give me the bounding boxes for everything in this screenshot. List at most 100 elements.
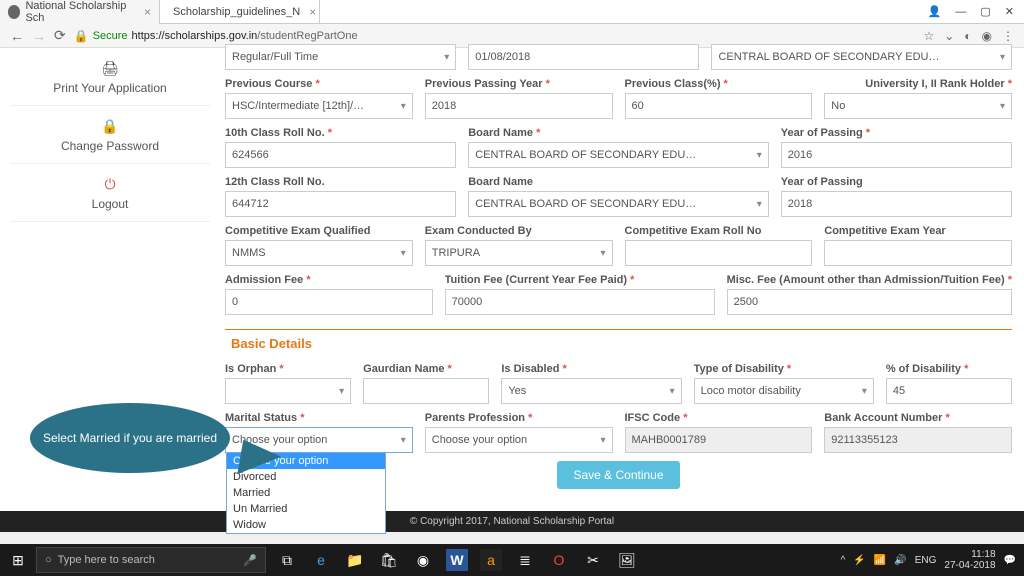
opera-icon[interactable]: O — [548, 549, 570, 571]
previous-university-select[interactable]: CENTRAL BOARD OF SECONDARY EDU… — [711, 44, 1012, 70]
label: University I, II Rank Holder * — [824, 78, 1012, 90]
reload-icon[interactable]: ⟳ — [54, 27, 66, 44]
notifications-icon[interactable]: 💬 — [1004, 555, 1016, 566]
photos-icon[interactable]: 🖼 — [616, 549, 638, 571]
yop10-input[interactable]: 2016 — [781, 142, 1012, 168]
dropdown-option[interactable]: Un Married — [227, 501, 385, 517]
tray-chevron-icon[interactable]: ^ — [841, 555, 846, 566]
snip-icon[interactable]: ✂ — [582, 549, 604, 571]
label: Competitive Exam Qualified — [225, 225, 413, 237]
language-indicator[interactable]: ENG — [915, 555, 937, 566]
guardian-input[interactable] — [363, 378, 489, 404]
search-icon: ○ — [45, 554, 52, 566]
label: Previous Course * — [225, 78, 413, 90]
search-placeholder: Type here to search — [58, 554, 155, 566]
disabled-select[interactable]: Yes — [501, 378, 681, 404]
sidebar-logout[interactable]: ⏻ Logout — [10, 164, 210, 222]
label: Admission Fee * — [225, 274, 433, 286]
univ-rank-select[interactable]: No — [824, 93, 1012, 119]
store-icon[interactable]: 🛍 — [378, 549, 400, 571]
label: IFSC Code * — [625, 412, 813, 424]
menu-icon[interactable]: ⋮ — [1002, 29, 1014, 43]
url-field[interactable]: 🔒 Secure https://scholarships.gov.in/stu… — [74, 29, 916, 43]
label: Previous Passing Year * — [425, 78, 613, 90]
label: Year of Passing * — [781, 127, 1012, 139]
chrome-icon[interactable]: ◉ — [412, 549, 434, 571]
present-start-date-input[interactable]: 01/08/2018 — [468, 44, 699, 70]
parents-profession-select[interactable]: Choose your option — [425, 427, 613, 453]
sidebar-label: Print Your Application — [53, 81, 166, 95]
browser-tab-1[interactable]: National Scholarship Sch × — [0, 0, 160, 24]
previous-passing-year-input[interactable]: 2018 — [425, 93, 613, 119]
close-icon[interactable]: × — [309, 5, 316, 19]
orphan-select[interactable] — [225, 378, 351, 404]
dropdown-option[interactable]: Married — [227, 485, 385, 501]
tab-title: National Scholarship Sch — [25, 0, 135, 24]
ext-icon[interactable]: ◐ — [964, 29, 971, 43]
board12-select[interactable]: CENTRAL BOARD OF SECONDARY EDU… — [468, 191, 769, 217]
forward-icon[interactable]: → — [32, 28, 46, 44]
roll12-input[interactable]: 644712 — [225, 191, 456, 217]
disability-pct-input[interactable]: 45 — [886, 378, 1012, 404]
label: Previous Class(%) * — [625, 78, 813, 90]
bank-account-input: 92113355123 — [824, 427, 1012, 453]
url-path: /studentRegPartOne — [257, 30, 357, 42]
pocket-icon[interactable]: ⌄ — [944, 29, 954, 43]
mode-of-study-select[interactable]: Regular/Full Time — [225, 44, 456, 70]
amazon-icon[interactable]: a — [480, 549, 502, 571]
disability-type-select[interactable]: Loco motor disability — [694, 378, 874, 404]
browser-tab-2[interactable]: Scholarship_guidelines_N× — [160, 0, 320, 24]
callout-text: Select Married if you are married — [30, 403, 230, 473]
exam-conducted-by-select[interactable]: TRIPURA — [425, 240, 613, 266]
maximize-icon[interactable]: ▢ — [980, 5, 990, 18]
close-window-icon[interactable]: ✕ — [1005, 5, 1014, 18]
exam-year-input[interactable] — [824, 240, 1012, 266]
roll10-input[interactable]: 624566 — [225, 142, 456, 168]
misc-fee-input[interactable]: 2500 — [727, 289, 1012, 315]
label: Marital Status * — [225, 412, 413, 424]
competitive-exam-select[interactable]: NMMS — [225, 240, 413, 266]
section-title-basic: Basic Details — [225, 329, 1012, 353]
user-icon[interactable]: 👤 — [928, 5, 942, 18]
edge-icon[interactable]: e — [310, 549, 332, 571]
previous-class-pct-input[interactable]: 60 — [625, 93, 813, 119]
yop12-input[interactable]: 2018 — [781, 191, 1012, 217]
board10-select[interactable]: CENTRAL BOARD OF SECONDARY EDU… — [468, 142, 769, 168]
label: Board Name — [468, 176, 769, 188]
sidebar-label: Logout — [92, 197, 129, 211]
label: Type of Disability * — [694, 363, 874, 375]
admission-fee-input[interactable]: 0 — [225, 289, 433, 315]
task-view-icon[interactable]: ⧉ — [276, 549, 298, 571]
label: % of Disability * — [886, 363, 1012, 375]
ext-icon[interactable]: ◉ — [982, 29, 992, 43]
sidebar-print[interactable]: 🖨Print Your Application — [10, 48, 210, 106]
exam-roll-input[interactable] — [625, 240, 813, 266]
dropdown-option[interactable]: Widow — [227, 517, 385, 533]
back-icon[interactable]: ← — [10, 28, 24, 44]
wifi-icon[interactable]: 📶 — [874, 555, 886, 566]
taskbar-clock[interactable]: 11:1827-04-2018 — [944, 549, 995, 571]
mic-icon[interactable]: 🎤 — [243, 554, 257, 567]
power-icon: ⏻ — [14, 176, 206, 193]
close-icon[interactable]: × — [144, 5, 151, 19]
tray-icon[interactable]: ⚡ — [853, 555, 865, 566]
sidebar-change-password[interactable]: 🔒Change Password — [10, 106, 210, 164]
previous-course-select[interactable]: HSC/Intermediate [12th]/… — [225, 93, 413, 119]
label: Is Orphan * — [225, 363, 351, 375]
minimize-icon[interactable]: — — [955, 6, 966, 18]
tuition-fee-input[interactable]: 70000 — [445, 289, 715, 315]
favicon — [8, 5, 20, 19]
explorer-icon[interactable]: 📁 — [344, 549, 366, 571]
lock-icon: 🔒 — [74, 29, 89, 43]
word-icon[interactable]: W — [446, 549, 468, 571]
star-icon[interactable]: ☆ — [923, 29, 934, 43]
label: Misc. Fee (Amount other than Admission/T… — [727, 274, 1012, 286]
app-icon[interactable]: ≣ — [514, 549, 536, 571]
save-continue-button[interactable]: Save & Continue — [557, 461, 679, 489]
label: Parents Profession * — [425, 412, 613, 424]
volume-icon[interactable]: 🔊 — [894, 555, 906, 566]
taskbar-search[interactable]: ○ Type here to search 🎤 — [36, 547, 266, 573]
label: Competitive Exam Roll No — [625, 225, 813, 237]
label: Exam Conducted By — [425, 225, 613, 237]
start-button[interactable]: ⊞ — [0, 552, 36, 569]
